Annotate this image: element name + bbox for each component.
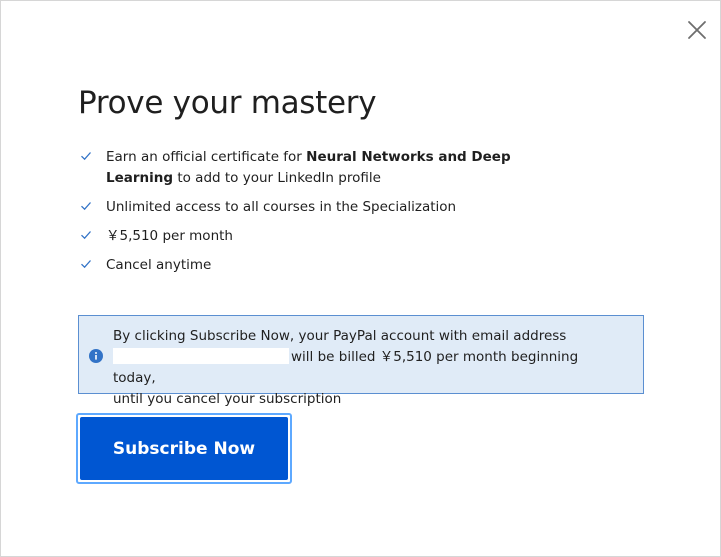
benefit-text: ￥5,510 per month <box>106 228 233 244</box>
modal-title: Prove your mastery <box>78 85 377 121</box>
benefit-text: Earn an official certificate for <box>106 149 307 165</box>
billing-notice: By clicking Subscribe Now, your PayPal a… <box>78 315 644 407</box>
close-icon[interactable] <box>685 18 709 42</box>
notice-line: By clicking Subscribe Now, your PayPal a… <box>113 328 567 344</box>
benefit-price: ￥5,510 per month <box>78 226 518 247</box>
checkmark-icon <box>81 260 91 269</box>
info-icon <box>89 349 103 363</box>
subscribe-button-focus-ring: Subscribe Now <box>76 413 292 484</box>
benefit-text: Unlimited access to all courses in the S… <box>106 199 457 215</box>
checkmark-icon <box>81 152 91 161</box>
subscribe-now-button[interactable]: Subscribe Now <box>80 417 288 480</box>
benefit-certificate: Earn an official certificate for Neural … <box>78 147 518 189</box>
checkmark-icon <box>81 202 91 211</box>
benefit-cancel-anytime: Cancel anytime <box>78 255 518 276</box>
redacted-email <box>113 348 289 364</box>
benefit-text: to add to your LinkedIn profile <box>173 170 381 186</box>
benefit-unlimited-access: Unlimited access to all courses in the S… <box>78 197 518 218</box>
benefit-text: Cancel anytime <box>106 257 212 273</box>
notice-line: will be billed ￥5,510 per month beginnin… <box>113 347 623 389</box>
benefits-list: Earn an official certificate for Neural … <box>78 147 518 284</box>
subscribe-modal: Prove your mastery Earn an official cert… <box>0 0 721 557</box>
notice-line: until you cancel your subscription <box>113 391 342 407</box>
checkmark-icon <box>81 231 91 240</box>
